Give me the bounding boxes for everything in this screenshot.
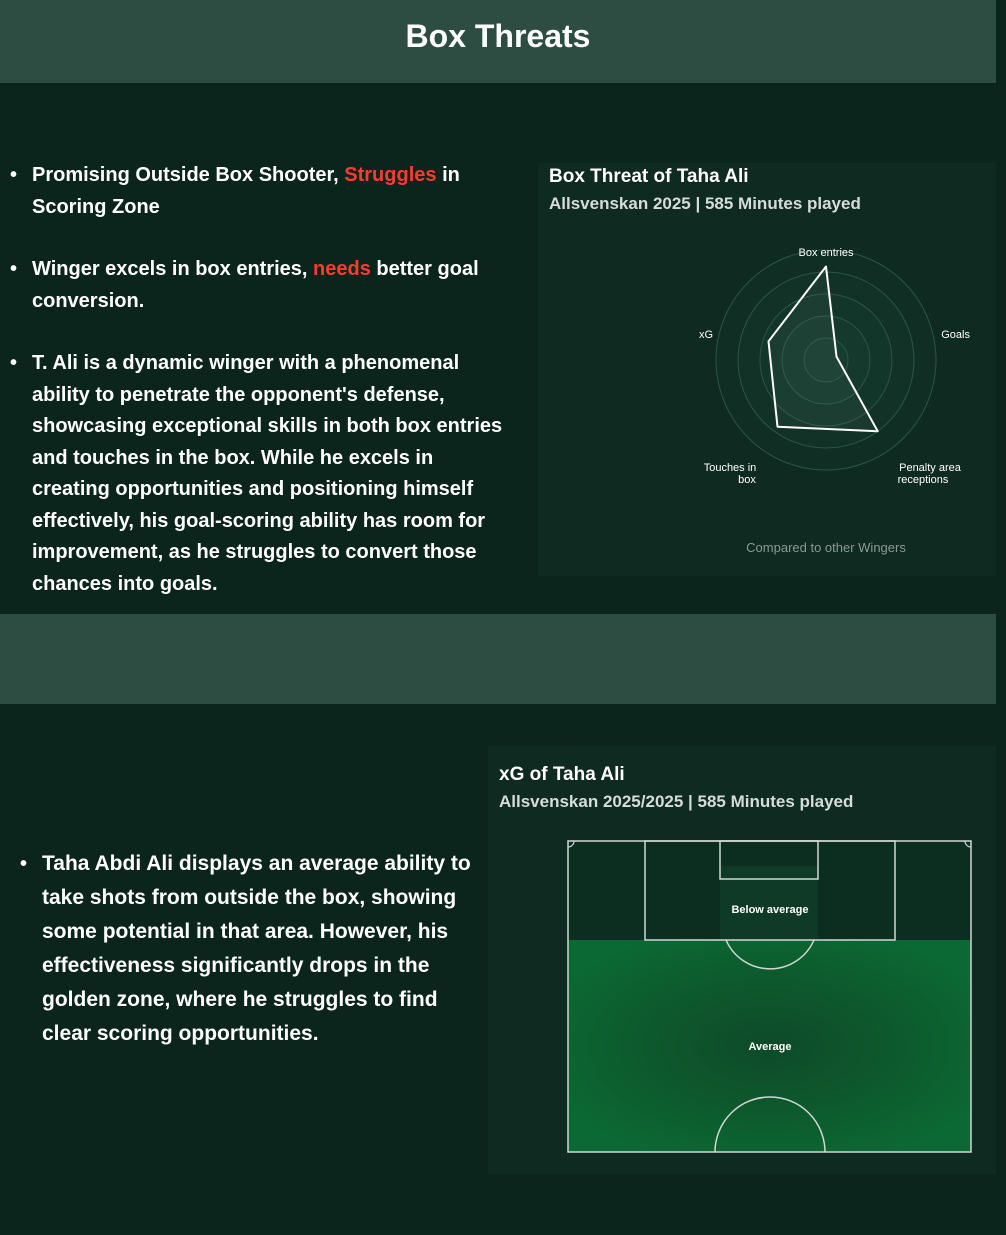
zone-label-inside: Below average: [731, 904, 808, 916]
axis-label-xg: xG: [699, 329, 713, 341]
zone-label-outside: Average: [748, 1041, 791, 1053]
axis-label-goals: Goals: [941, 329, 970, 341]
radar-card: Box Threat of Taha Ali Allsvenskan 2025 …: [538, 163, 996, 576]
pitch-card: xG of Taha Ali Allsvenskan 2025/2025 | 5…: [488, 746, 996, 1174]
upper-bullet-list: Promising Outside Box Shooter, Struggles…: [4, 160, 504, 631]
axis-label-penalty-2: receptions: [898, 474, 949, 486]
page-title: Box Threats: [405, 18, 591, 54]
axis-label-box-entries: Box entries: [798, 247, 854, 259]
radar-footnote: Compared to other Wingers: [746, 540, 906, 555]
axis-label-penalty-1: Penalty area: [899, 462, 962, 474]
highlight-word: needs: [313, 258, 371, 280]
pitch-diagram: Below average Average: [567, 840, 972, 1153]
section-divider-band: [0, 614, 996, 704]
list-item: Taha Abdi Ali displays an average abilit…: [14, 847, 484, 1051]
golden-zone: [720, 866, 818, 940]
highlight-word: Struggles: [344, 164, 437, 186]
list-item: T. Ali is a dynamic winger with a phenom…: [4, 348, 504, 600]
lower-bullet-list: Taha Abdi Ali displays an average abilit…: [14, 847, 484, 1051]
axis-label-touches-1: Touches in: [704, 462, 757, 474]
list-item: Winger excels in box entries, needs bett…: [4, 254, 504, 317]
list-item: Promising Outside Box Shooter, Struggles…: [4, 160, 504, 223]
axis-label-touches-2: box: [738, 474, 756, 486]
radar-chart: Box entries Goals Penalty area reception…: [699, 247, 971, 555]
